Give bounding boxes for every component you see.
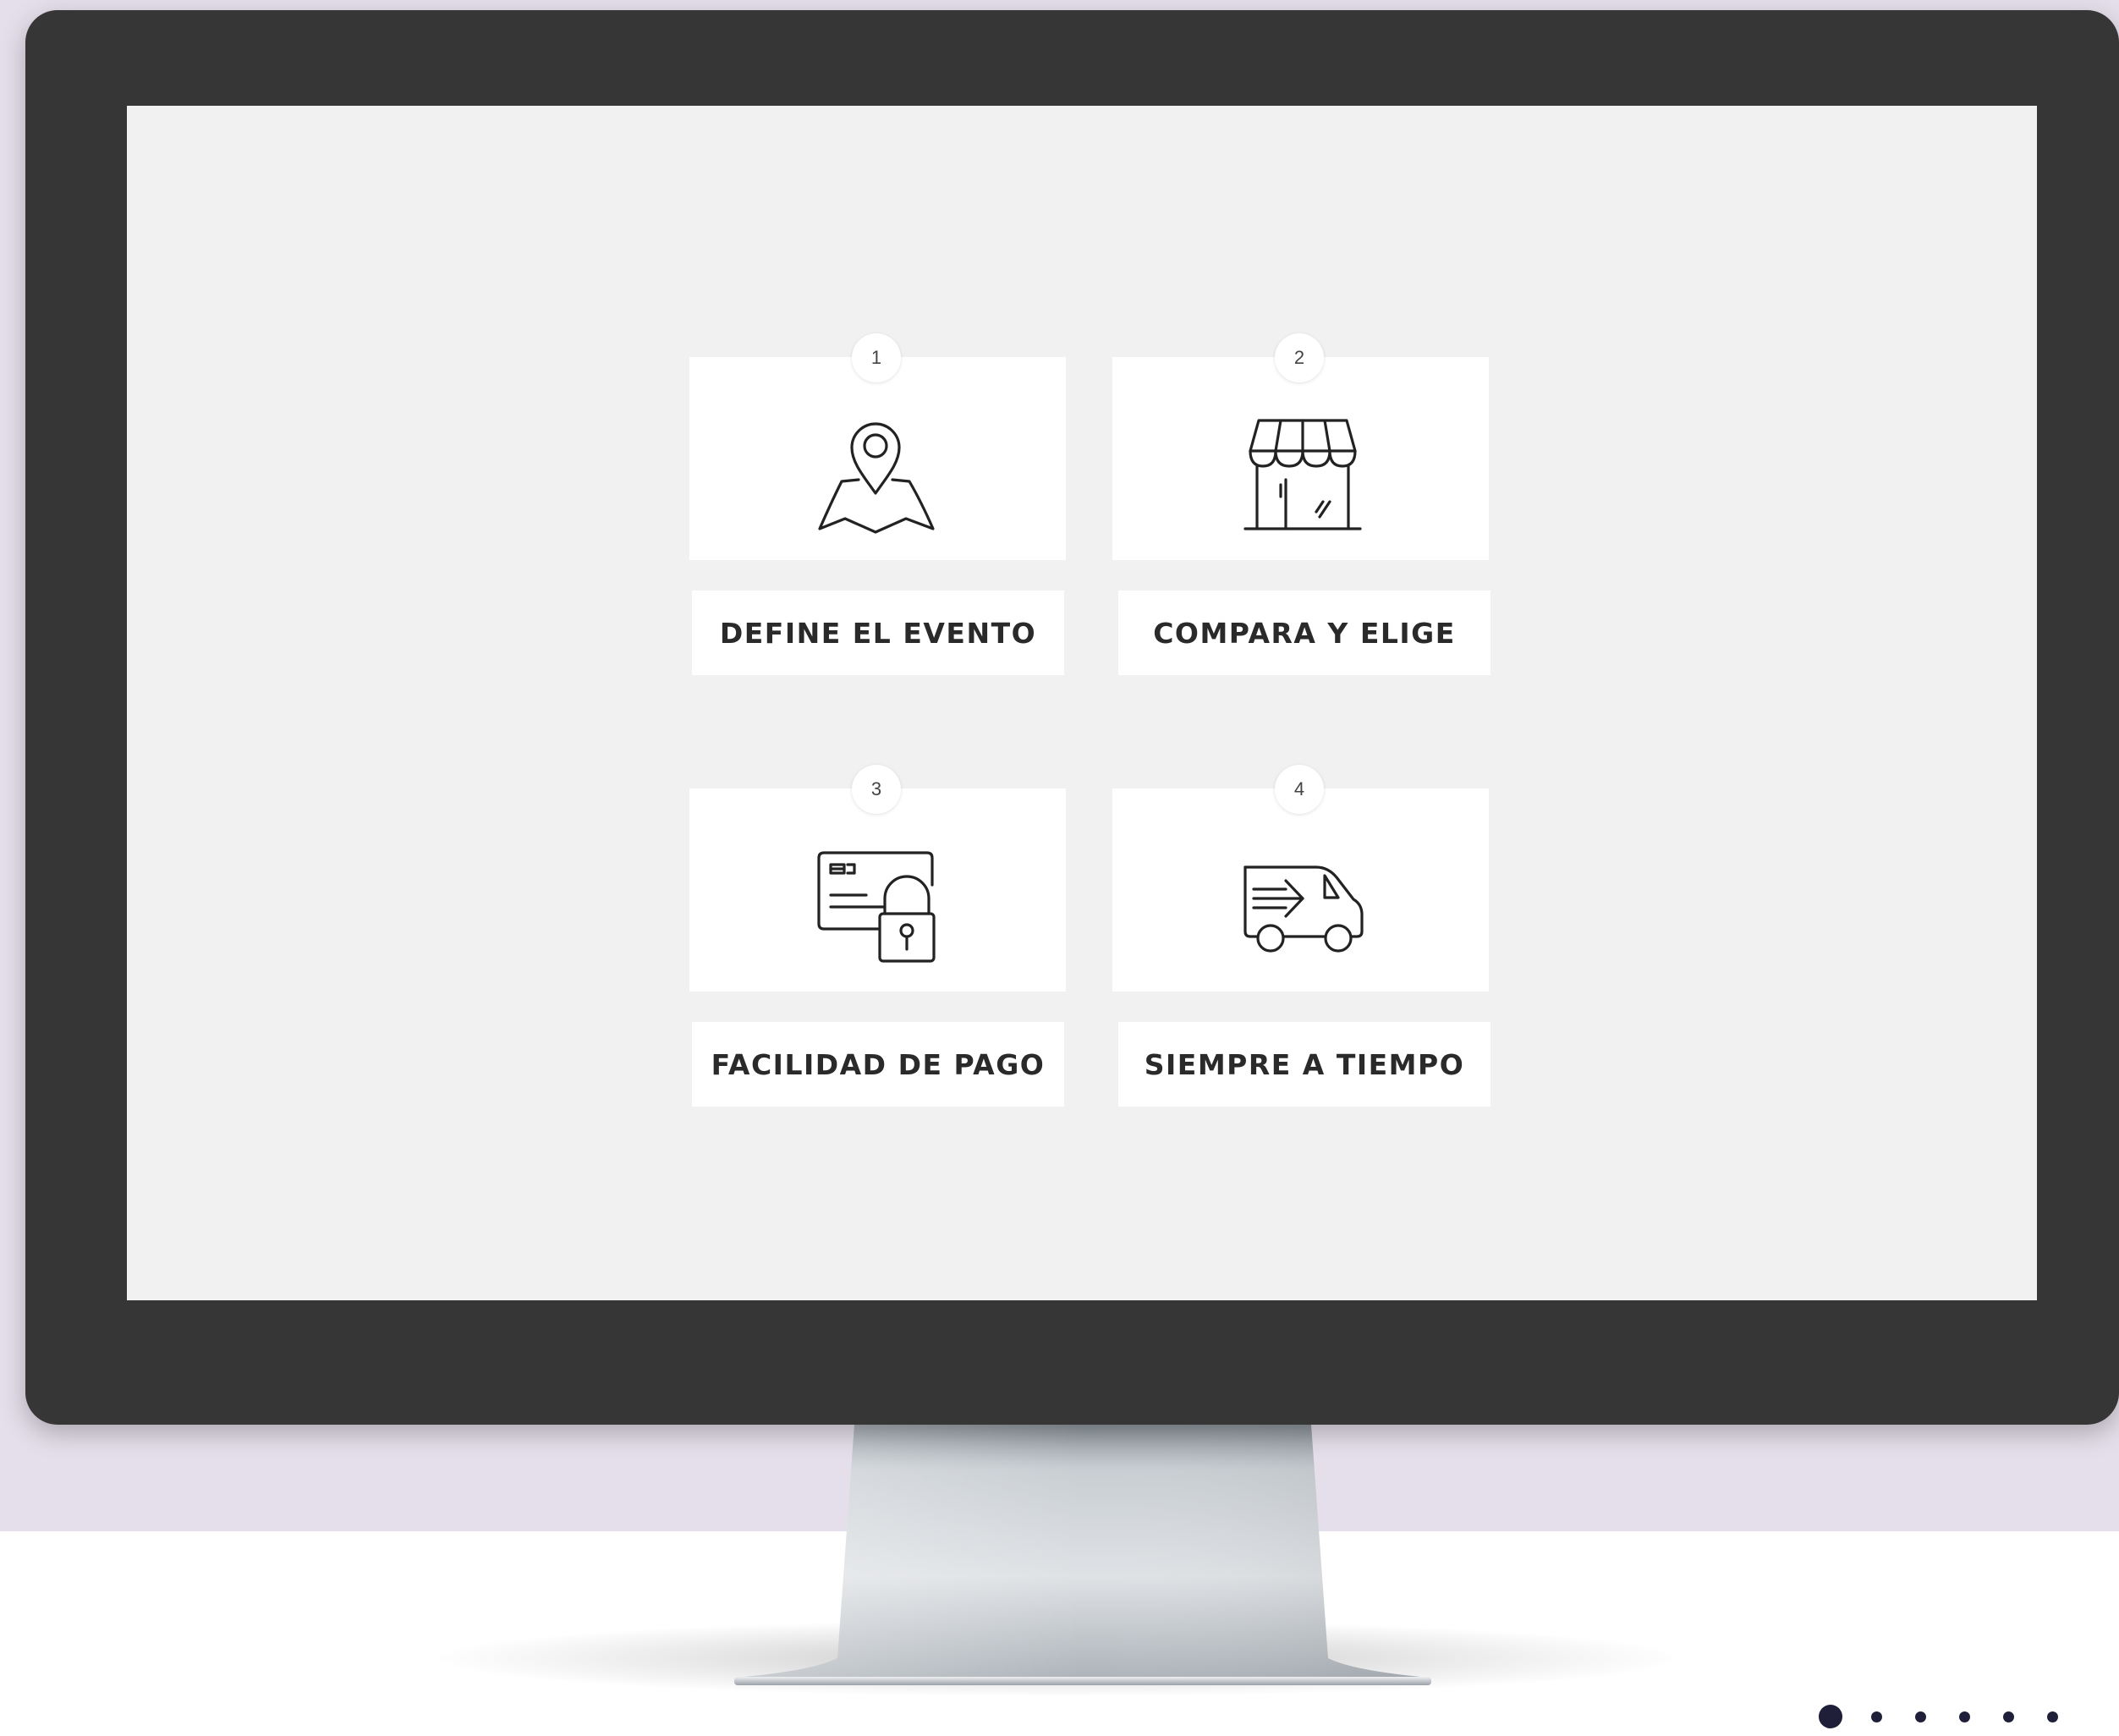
step-number-badge: 3 — [852, 765, 901, 814]
step-label: FACILIDAD DE PAGO — [692, 1022, 1064, 1107]
step-number-badge: 1 — [852, 333, 901, 382]
pagination-dot-active[interactable] — [1819, 1705, 1842, 1728]
storefront-icon — [1243, 419, 1362, 530]
pagination-dot[interactable] — [2003, 1711, 2014, 1722]
step-label: COMPARA Y ELIGE — [1118, 591, 1490, 675]
pagination-dots — [1802, 1696, 2089, 1736]
delivery-van-icon — [1243, 865, 1364, 953]
step-number-badge: 2 — [1275, 333, 1324, 382]
pagination-dot[interactable] — [1959, 1711, 1970, 1722]
map-pin-icon — [818, 422, 935, 534]
pagination-dot[interactable] — [1871, 1711, 1882, 1722]
secure-card-icon — [817, 851, 936, 963]
pagination-dot[interactable] — [1915, 1711, 1926, 1722]
monitor-screen — [127, 106, 2037, 1300]
step-label: DEFINE EL EVENTO — [692, 591, 1064, 675]
pagination-dot[interactable] — [2047, 1711, 2058, 1722]
step-label: SIEMPRE A TIEMPO — [1118, 1022, 1490, 1107]
step-number-badge: 4 — [1275, 765, 1324, 814]
